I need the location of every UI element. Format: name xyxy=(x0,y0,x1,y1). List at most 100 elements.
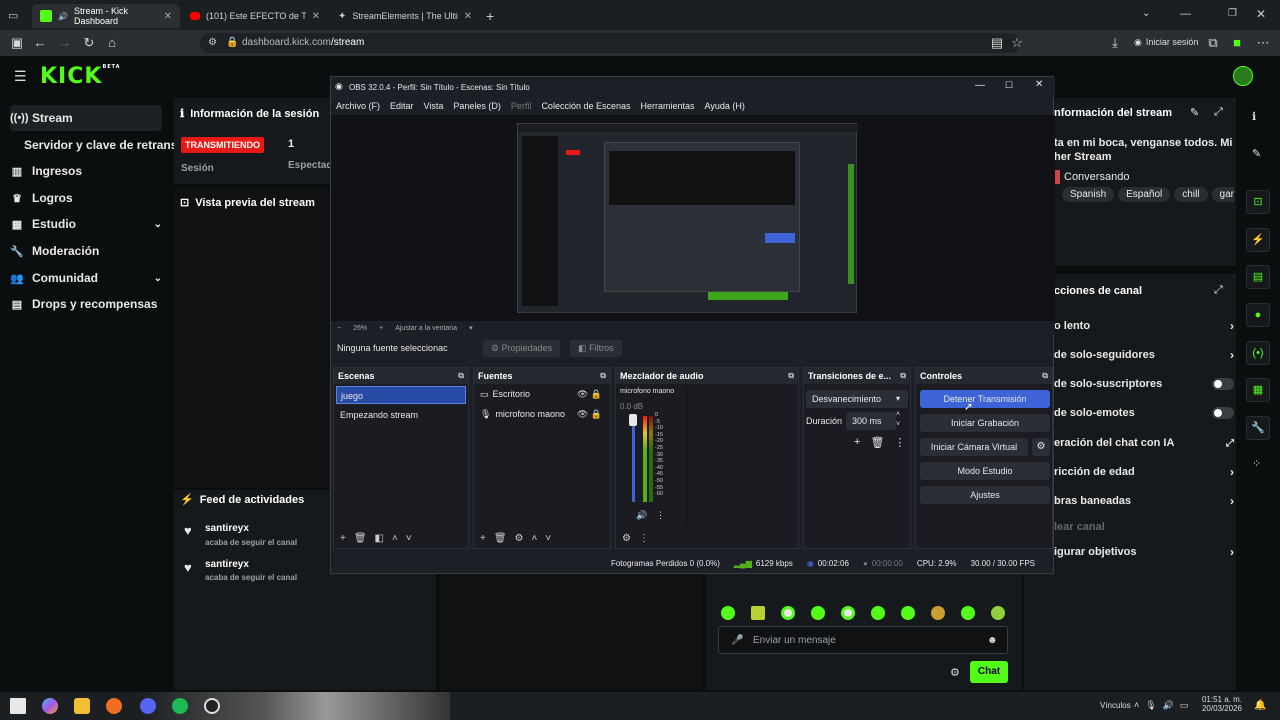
favorite-star-icon[interactable]: ☆ xyxy=(1008,34,1026,52)
volume-icon[interactable]: 🔊 xyxy=(1163,700,1174,711)
dock-undock-icon[interactable]: ⧉ xyxy=(458,368,464,384)
arrow-down-icon[interactable]: ˅ xyxy=(406,533,412,544)
sidebar-item-logros[interactable]: ♛ Logros xyxy=(10,185,162,211)
arrow-up-icon[interactable]: ˄ xyxy=(532,533,538,544)
rail-button-wrench[interactable]: 🔧 xyxy=(1246,416,1270,440)
menu-coleccion-escenas[interactable]: Colección de Escenas xyxy=(536,101,635,111)
extensions-icon[interactable]: ⧉ xyxy=(1204,34,1222,52)
emote-icon[interactable] xyxy=(901,606,915,620)
duration-input[interactable]: 300 ms xyxy=(846,412,896,430)
emote-icon[interactable] xyxy=(781,606,795,620)
forward-icon[interactable]: → xyxy=(56,34,74,52)
edit-pencil-icon[interactable]: ✎ xyxy=(1252,147,1261,160)
obs-maximize-icon[interactable]: ☐ xyxy=(1005,80,1013,91)
tag[interactable]: Spanish xyxy=(1062,187,1115,202)
channel-action-row[interactable]: ricción de edad › xyxy=(1054,462,1234,482)
virtual-camera-settings-icon[interactable]: ⚙ xyxy=(1032,438,1050,456)
close-tab-icon[interactable]: ✕ xyxy=(464,11,472,22)
start-virtual-camera-button[interactable]: Iniciar Cámara Virtual xyxy=(920,438,1028,456)
settings-button[interactable]: Ajustes xyxy=(920,486,1050,504)
subscribers-only-toggle[interactable] xyxy=(1212,378,1234,390)
visibility-eye-icon[interactable]: 👁 🔒 xyxy=(577,409,602,420)
more-options-icon[interactable]: ⋮ xyxy=(894,436,905,449)
tab-actions-icon[interactable]: ▭ xyxy=(8,9,18,22)
sidebar-item-stream[interactable]: ((•)) Stream xyxy=(10,105,162,131)
rail-button-chat[interactable]: ● xyxy=(1246,303,1270,327)
close-window-icon[interactable]: ✕ xyxy=(1256,7,1266,21)
chat-message-input[interactable]: 🎤 Enviar un mensaje ☻ xyxy=(718,626,1008,654)
start-recording-button[interactable]: Iniciar Grabación xyxy=(920,414,1050,432)
hamburger-menu-icon[interactable]: ☰ xyxy=(14,68,27,85)
dock-undock-icon[interactable]: ⧉ xyxy=(900,368,906,384)
menu-paneles[interactable]: Paneles (D) xyxy=(448,101,506,111)
site-info-icon[interactable]: ⚙ xyxy=(208,33,217,53)
zoom-in-icon[interactable]: + xyxy=(379,325,383,332)
taskbar-links-label[interactable]: Vínculos xyxy=(1100,701,1131,710)
menu-archivo[interactable]: Archivo (F) xyxy=(331,101,385,111)
gear-icon[interactable]: ⚙ xyxy=(515,533,524,544)
add-icon[interactable]: + xyxy=(854,436,860,449)
emote-icon[interactable] xyxy=(721,606,735,620)
channel-action-row[interactable]: igurar objetivos › xyxy=(1054,542,1234,562)
collections-icon[interactable]: ▣ xyxy=(8,34,26,52)
rail-button-lightning[interactable]: ⚡ xyxy=(1246,228,1270,252)
channel-action-row[interactable]: bras baneadas › xyxy=(1054,491,1234,511)
emote-icon[interactable] xyxy=(871,606,885,620)
more-options-icon[interactable]: ⋮ xyxy=(639,533,649,544)
more-options-icon[interactable]: ⁘ xyxy=(1252,457,1261,470)
source-item[interactable]: ▭ Escritorio 👁 🔒 xyxy=(474,384,610,404)
signin-button[interactable]: ◉ Iniciar sesión xyxy=(1134,37,1198,48)
rail-button-scan[interactable]: ⊡ xyxy=(1246,190,1270,214)
source-item[interactable]: 🎙 microfono maono 👁 🔒 xyxy=(474,404,610,424)
menu-ayuda[interactable]: Ayuda (H) xyxy=(700,101,750,111)
emotes-only-toggle[interactable] xyxy=(1212,407,1234,419)
browser-menu-icon[interactable]: ⋯ xyxy=(1254,34,1272,52)
chevron-up-icon[interactable]: ˄ xyxy=(1134,700,1139,711)
sidebar-item-comunidad[interactable]: 👥 Comunidad ⌄ xyxy=(10,265,162,291)
feed-event-name[interactable]: santireyx xyxy=(205,523,249,534)
minimize-icon[interactable]: — xyxy=(1180,8,1191,20)
back-icon[interactable]: ← xyxy=(31,34,49,52)
spotify-icon[interactable] xyxy=(172,698,188,714)
studio-mode-button[interactable]: Modo Estudio xyxy=(920,462,1050,480)
trash-icon[interactable]: 🗑 xyxy=(494,533,507,544)
battery-icon[interactable]: ▭ xyxy=(1180,700,1189,711)
sidebar-item-moderacion[interactable]: 🔧 Moderación xyxy=(10,238,162,264)
taskbar-clock[interactable]: 01:51 a. m. 20/03/2026 xyxy=(1200,695,1242,713)
tag[interactable]: chill xyxy=(1174,187,1208,202)
rail-button-document[interactable]: ▤ xyxy=(1246,265,1270,289)
more-options-icon[interactable]: ⋮ xyxy=(656,510,665,521)
menu-vista[interactable]: Vista xyxy=(419,101,449,111)
zoom-dropdown-icon[interactable]: ▾ xyxy=(469,324,473,332)
tag[interactable]: gam xyxy=(1211,187,1234,202)
emote-icon[interactable] xyxy=(751,606,765,620)
emote-icon[interactable] xyxy=(931,606,945,620)
emote-icon[interactable] xyxy=(811,606,825,620)
scene-item[interactable]: Empezando stream xyxy=(336,406,466,424)
close-tab-icon[interactable]: ✕ xyxy=(164,11,172,22)
copilot-icon[interactable] xyxy=(42,698,58,714)
obs-close-icon[interactable]: ✕ xyxy=(1035,79,1043,90)
channel-action-row[interactable]: lear canal xyxy=(1054,517,1234,537)
channel-action-row[interactable]: o lento › xyxy=(1054,316,1234,336)
volume-slider-handle[interactable] xyxy=(629,414,637,426)
home-icon[interactable]: ⌂ xyxy=(103,34,121,52)
tab-streamelements[interactable]: ✦ StreamElements | The Ultimate ✕ xyxy=(330,4,480,28)
kick-logo[interactable]: KICKBETA xyxy=(40,64,121,89)
mixer-settings-icon[interactable]: ⚙ xyxy=(622,533,631,544)
mic-icon[interactable]: 🎙 xyxy=(1145,700,1156,711)
popout-icon[interactable]: ⤢ xyxy=(1214,106,1223,119)
emote-icon[interactable] xyxy=(841,606,855,620)
new-tab-icon[interactable]: + xyxy=(486,8,494,24)
filter-icon[interactable]: ◧ xyxy=(375,533,384,544)
url-field[interactable]: ⚙ 🔒 dashboard.kick.com/stream xyxy=(200,33,1020,53)
chat-settings-gear-icon[interactable]: ⚙ xyxy=(950,666,960,679)
menu-perfil[interactable]: Perfil xyxy=(506,101,537,111)
arrow-down-icon[interactable]: ˅ xyxy=(545,533,551,544)
reload-icon[interactable]: ↻ xyxy=(80,34,98,52)
discord-icon[interactable] xyxy=(140,698,156,714)
speaker-icon[interactable]: 🔊 xyxy=(636,510,647,521)
tab-kick-dashboard[interactable]: 🔊 Stream - Kick Dashboard ✕ xyxy=(32,4,180,28)
info-icon[interactable]: ℹ xyxy=(1252,110,1256,123)
duration-stepper[interactable]: ˄ ˅ xyxy=(896,410,900,430)
